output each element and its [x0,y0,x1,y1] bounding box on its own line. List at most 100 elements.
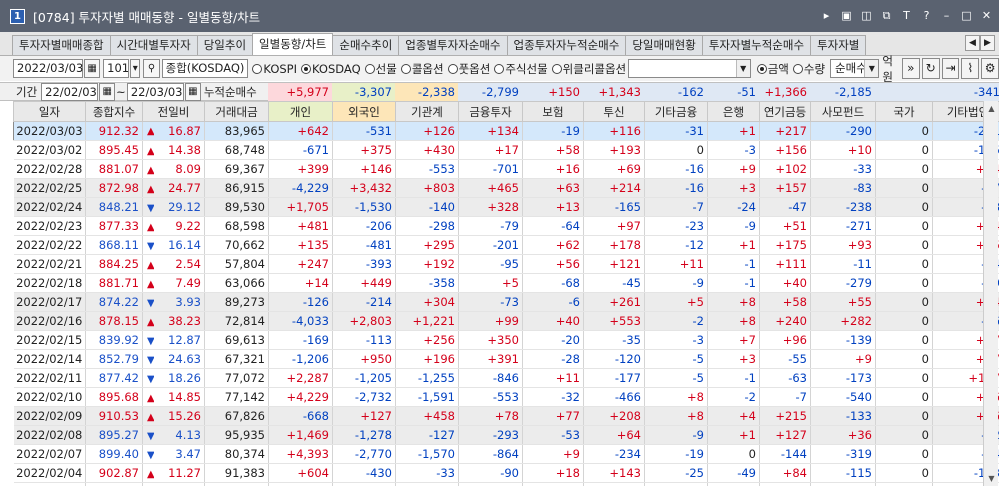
cumulative-value: -341 [932,83,999,101]
code-input[interactable]: 101 [103,59,130,78]
maximize-icon[interactable]: □ [960,9,973,22]
tab-3[interactable]: 일별동향/차트 [252,33,334,55]
table-row[interactable]: 2022/03/02895.45 ▲14.3868,748-671+375+430… [13,140,999,160]
link-icon[interactable]: ▸ [820,9,833,22]
tab-next-icon[interactable]: ▶ [980,35,995,51]
table-row[interactable]: 2022/02/07899.40▼3.4780,374+4,393-2,770-… [13,444,999,464]
date-input[interactable]: 2022/03/03 [13,59,83,78]
refresh-icon[interactable]: ↻ [921,58,940,79]
change-arrow: ▼ [142,444,154,464]
header-volume[interactable]: 거래대금 [204,101,269,122]
header-date[interactable]: 일자 [13,101,86,122]
radio-circle[interactable] [756,63,767,74]
tab-6[interactable]: 업종투자자누적순매수 [506,35,627,55]
cell-private-fund: -540 [810,387,876,407]
header-private-fund[interactable]: 사모펀드 [810,101,876,122]
chart-icon[interactable]: ⌇ [961,58,980,79]
tab-8[interactable]: 투자자별누적순매수 [701,35,812,55]
radio-circle[interactable] [400,63,411,74]
close-icon[interactable]: ✕ [980,9,993,22]
market-radio-2[interactable]: 선물 [364,61,397,77]
market-radio-3[interactable]: 콜옵션 [400,61,444,77]
tab-0[interactable]: 투자자별매매종합 [12,35,111,55]
table-row[interactable]: 2022/02/03891.60▲18.7393,074+474+295-692… [13,482,999,486]
table-row[interactable]: 2022/02/24848.21 ▼29.1289,530+1,705-1,530… [13,197,999,217]
table-row[interactable]: 2022/02/15839.92 ▼12.8769,613-169-113+256… [13,330,999,350]
header-financial[interactable]: 금융투자 [458,101,523,122]
market-radio-1[interactable]: KOSDAQ [301,61,361,77]
tab-9[interactable]: 투자자별 [810,35,867,55]
font-icon[interactable]: T [900,9,913,22]
option-select[interactable]: ▼ [628,59,751,78]
cell-private-fund: +282 [810,311,876,331]
table-row[interactable]: 2022/02/23877.33▲9.2268,598+481-206-298-… [13,216,999,236]
tab-7[interactable]: 당일매매현황 [625,35,703,55]
table-row[interactable]: 2022/02/21884.25▲2.5457,804+247-393+192-… [13,254,999,274]
scroll-up-icon[interactable]: ▲ [984,101,999,116]
cell-pension: -144 [759,444,811,464]
header-trust[interactable]: 투신 [583,101,645,122]
table-row[interactable]: 2022/02/14852.79 ▼24.6367,321-1,206+950+1… [13,349,999,369]
header-individual[interactable]: 개인 [268,101,333,122]
value-type-select[interactable]: 순매수 ▼ [830,59,880,78]
table-row[interactable]: 2022/02/09910.53 ▲15.2667,826-668+127+458… [13,406,999,426]
table-row[interactable]: 2022/02/25872.98 ▲24.7786,915-4,229+3,432… [13,178,999,198]
copy-icon[interactable]: ⧉ [880,9,893,22]
window-icon[interactable]: ◫ [860,9,873,22]
table-row[interactable]: 2022/02/18881.71 ▲7.4963,066+14+449-358+5… [13,273,999,293]
radio-circle[interactable] [494,63,505,74]
header-change[interactable]: 전일비 [142,101,205,122]
scroll-down-icon[interactable]: ▼ [984,471,999,486]
search-icon[interactable]: ⚲ [143,59,160,78]
change-arrow: ▲ [142,311,154,331]
cell-change: 4.13 [153,425,205,445]
table-row[interactable]: 2022/02/10895.68 ▲14.8577,142+4,229-2,732… [13,387,999,407]
mode-radio-0[interactable]: 금액 [756,61,789,77]
tab-2[interactable]: 당일추이 [196,35,254,55]
radio-circle[interactable] [551,63,562,74]
header-other-finance[interactable]: 기타금융 [644,101,708,122]
calendar-icon[interactable]: ▦ [84,59,101,78]
settings-gear-icon[interactable]: ⚙ [981,58,999,79]
tab-prev-icon[interactable]: ◀ [965,35,980,51]
market-radio-4[interactable]: 풋옵션 [447,61,490,77]
radio-circle[interactable] [447,63,458,74]
radio-circle[interactable] [301,63,312,74]
mode-radio-1[interactable]: 수량 [792,61,825,77]
header-insurance[interactable]: 보험 [522,101,584,122]
cell-institution: -33 [395,463,459,483]
cell-pension: -63 [759,368,811,388]
export-icon[interactable]: ⇥ [941,58,960,79]
header-institution[interactable]: 기관계 [395,101,459,122]
minimize-icon[interactable]: – [940,9,953,22]
table-row[interactable]: 2022/02/11877.42 ▼18.2677,072+2,287-1,205… [13,368,999,388]
table-row[interactable]: 2022/02/04902.87▲11.2791,383+604-430-33-… [13,463,999,483]
header-foreign[interactable]: 외국인 [332,101,396,122]
cell-individual: +14 [268,273,333,293]
table-row[interactable]: 2022/02/16878.15 ▲38.2372,814-4,033+2,803… [13,311,999,331]
help-icon[interactable]: ? [920,9,933,22]
table-row[interactable]: 2022/03/03912.32 ▲16.8783,965+642-531+126… [13,121,999,141]
radio-circle[interactable] [364,63,375,74]
next-page-icon[interactable]: » [901,58,920,79]
market-radio-5[interactable]: 주식선물 [494,61,548,77]
vertical-scrollbar[interactable]: ▲ ▼ [983,101,998,486]
cell-bank: +7 [707,330,760,350]
tab-1[interactable]: 시간대별투자자 [109,35,198,55]
header-bank[interactable]: 은행 [707,101,760,122]
market-radio-0[interactable]: KOSPI [252,61,297,77]
screen-icon[interactable]: ▣ [840,9,853,22]
market-radio-6[interactable]: 위클리콜옵션 [551,61,626,77]
code-dropdown-icon[interactable]: ▾ [130,59,141,78]
header-pension[interactable]: 연기금등 [759,101,811,122]
tab-5[interactable]: 업종별투자자순매수 [398,35,508,55]
table-row[interactable]: 2022/02/28881.07▲8.0969,367+399+146-553-… [13,159,999,179]
radio-circle[interactable] [252,63,263,74]
radio-circle[interactable] [792,63,803,74]
header-nation[interactable]: 국가 [875,101,933,122]
tab-4[interactable]: 순매수추이 [332,35,400,55]
table-row[interactable]: 2022/02/22868.11 ▼16.1470,662+135-481+295… [13,235,999,255]
table-row[interactable]: 2022/02/17874.22▼3.9389,273-126-214+304-… [13,292,999,312]
table-row[interactable]: 2022/02/08895.27▼4.1395,935+1,469-1,278-… [13,425,999,445]
header-index[interactable]: 종합지수 [85,101,143,122]
